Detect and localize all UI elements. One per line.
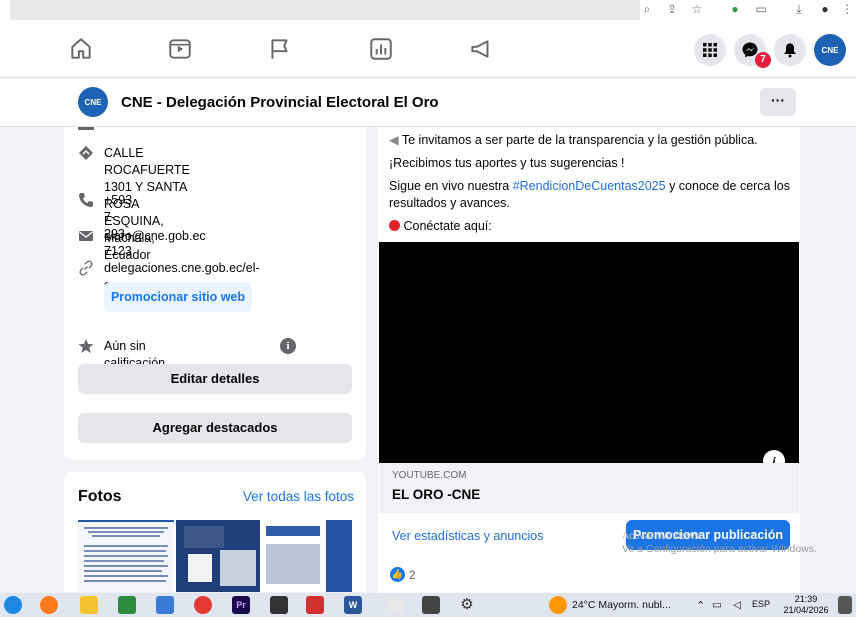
location-icon <box>79 146 93 160</box>
address-bar[interactable] <box>10 0 640 20</box>
photos-card: Fotos Ver todas las fotos <box>64 472 366 592</box>
menu-grid-button[interactable] <box>694 34 726 66</box>
stats-link[interactable]: Ver estadísticas y anuncios <box>392 529 543 543</box>
firefox-icon[interactable] <box>40 596 58 614</box>
language-indicator[interactable]: ESP <box>752 599 770 609</box>
more-options-button[interactable]: ··· <box>760 88 796 116</box>
photos-app-icon[interactable] <box>156 596 174 614</box>
insights-icon[interactable] <box>368 36 394 62</box>
intro-card: CALLE ROCAFUERTE 1301 Y SANTA ROSA ESQUI… <box>64 127 366 460</box>
photos-heading: Fotos <box>78 488 122 505</box>
photo-image <box>266 544 320 584</box>
settings-gear-icon[interactable]: ⚙ <box>458 596 476 614</box>
photo-banner <box>266 526 320 536</box>
document-thumbnail-icon <box>84 527 168 582</box>
watermark-line-2: Ve a Configuración para activar Windows. <box>622 543 817 555</box>
video-icon[interactable] <box>167 36 193 62</box>
clock-time: 21:39 <box>794 594 818 604</box>
extension-icon[interactable]: ● <box>728 2 742 16</box>
profile-icon[interactable]: ● <box>818 2 832 16</box>
zoom-icon[interactable]: ⌕ <box>640 2 654 16</box>
browser-toolbar: ⌕ ⇪ ☆ ● ▭ ⤓ ● ⋮ <box>0 0 856 22</box>
post-line-4: resultados y avances. <box>389 196 510 210</box>
photo-thumbnail[interactable] <box>78 520 174 592</box>
notifications-button[interactable] <box>774 34 806 66</box>
reactions-summary[interactable]: 👍 2 <box>390 567 416 582</box>
clock-date: 21/04/2026 <box>783 605 829 615</box>
chrome-icon[interactable] <box>194 596 212 614</box>
link-icon <box>79 260 93 276</box>
megaphone-icon[interactable] <box>468 36 494 62</box>
puzzle-icon[interactable]: ▭ <box>754 2 768 16</box>
photo-image <box>220 550 256 586</box>
photo-thumbnail[interactable] <box>262 520 324 592</box>
phone-number: +593 7-293-7123 <box>104 193 133 258</box>
cne-logo-icon: CNE <box>84 97 102 107</box>
post-line-5: Conéctate aquí: <box>389 218 492 235</box>
page-avatar[interactable]: CNE <box>78 87 108 117</box>
acrobat-icon[interactable] <box>306 596 324 614</box>
add-featured-button[interactable]: Agregar destacados <box>78 413 352 443</box>
word-icon[interactable]: W <box>344 596 362 614</box>
red-circle-icon <box>389 220 400 231</box>
top-navigation: 7 CNE <box>0 22 856 78</box>
system-tray-arrow-icon[interactable]: ⌃ <box>696 599 705 612</box>
app-icon[interactable] <box>422 596 440 614</box>
post-card: ◀ Te invitamos a ser parte de la transpa… <box>378 127 800 597</box>
link-title[interactable]: EL ORO -CNE <box>392 487 480 502</box>
photo-banner <box>184 526 224 548</box>
home-icon[interactable] <box>68 36 94 62</box>
page-header: CNE CNE - Delegación Provincial Electora… <box>0 79 856 127</box>
megaphone-emoji-icon: ◀ <box>389 133 399 147</box>
see-all-photos-link[interactable]: Ver todas las fotos <box>243 489 354 504</box>
flag-icon[interactable] <box>267 36 293 62</box>
grid-icon <box>703 43 717 57</box>
download-icon[interactable]: ⤓ <box>792 2 806 16</box>
calendar-icon <box>188 554 212 582</box>
cne-logo-icon: CNE <box>821 45 839 55</box>
premiere-icon[interactable]: Pr <box>232 596 250 614</box>
weather-text[interactable]: 24°C Mayorm. nubl... <box>572 599 671 611</box>
promote-site-button[interactable]: Promocionar sitio web <box>104 282 252 312</box>
notification-badge: 7 <box>755 52 771 68</box>
bookmark-star-icon[interactable]: ☆ <box>690 2 704 16</box>
app-icon[interactable] <box>386 596 404 614</box>
phone-icon <box>79 193 93 207</box>
menu-kebab-icon[interactable]: ⋮ <box>840 2 854 16</box>
share-icon[interactable]: ⇪ <box>665 2 679 16</box>
watermark-line-1: Activar Windows <box>622 530 700 542</box>
photo-thumbnail[interactable] <box>176 520 260 592</box>
email-address: eloro@cne.gob.ec <box>104 229 206 243</box>
link-domain: YOUTUBE.COM <box>392 470 467 481</box>
account-avatar[interactable]: CNE <box>814 34 846 66</box>
volume-icon[interactable]: ◁ <box>733 599 741 611</box>
post-line-2: ¡Recibimos tus aportes y tus sugerencias… <box>389 156 625 170</box>
post-line-3: Sigue en vivo nuestra #RendicionDeCuenta… <box>389 179 790 193</box>
post-line-1: ◀ Te invitamos a ser parte de la transpa… <box>389 133 758 147</box>
network-icon[interactable]: ▭ <box>712 599 722 611</box>
video-embed[interactable] <box>379 242 799 463</box>
like-icon: 👍 <box>390 567 405 582</box>
mail-icon <box>79 231 93 241</box>
taskbar: Pr W ⚙ 24°C Mayorm. nubl... ⌃ ▭ ◁ ESP 21… <box>0 593 856 617</box>
calendar-app-icon[interactable] <box>118 596 136 614</box>
hashtag-link[interactable]: #RendicionDeCuentas2025 <box>513 179 666 193</box>
photo-thumbnail[interactable] <box>326 520 352 592</box>
windows-activation-watermark: Activar Windows Ve a Configuración para … <box>622 530 817 556</box>
star-icon <box>78 339 94 353</box>
edge-icon[interactable] <box>4 596 22 614</box>
weather-icon[interactable] <box>549 596 567 614</box>
page-title[interactable]: CNE - Delegación Provincial Electoral El… <box>121 94 439 111</box>
reaction-count: 2 <box>409 567 416 582</box>
edit-details-button[interactable]: Editar detalles <box>78 364 352 394</box>
info-icon[interactable]: i <box>280 338 296 354</box>
bell-icon <box>784 43 796 58</box>
clock[interactable]: 21:39 21/04/2026 <box>778 594 834 616</box>
notification-center-icon[interactable] <box>838 596 852 614</box>
app-icon[interactable] <box>270 596 288 614</box>
truncated-row <box>78 127 94 130</box>
file-explorer-icon[interactable] <box>80 596 98 614</box>
